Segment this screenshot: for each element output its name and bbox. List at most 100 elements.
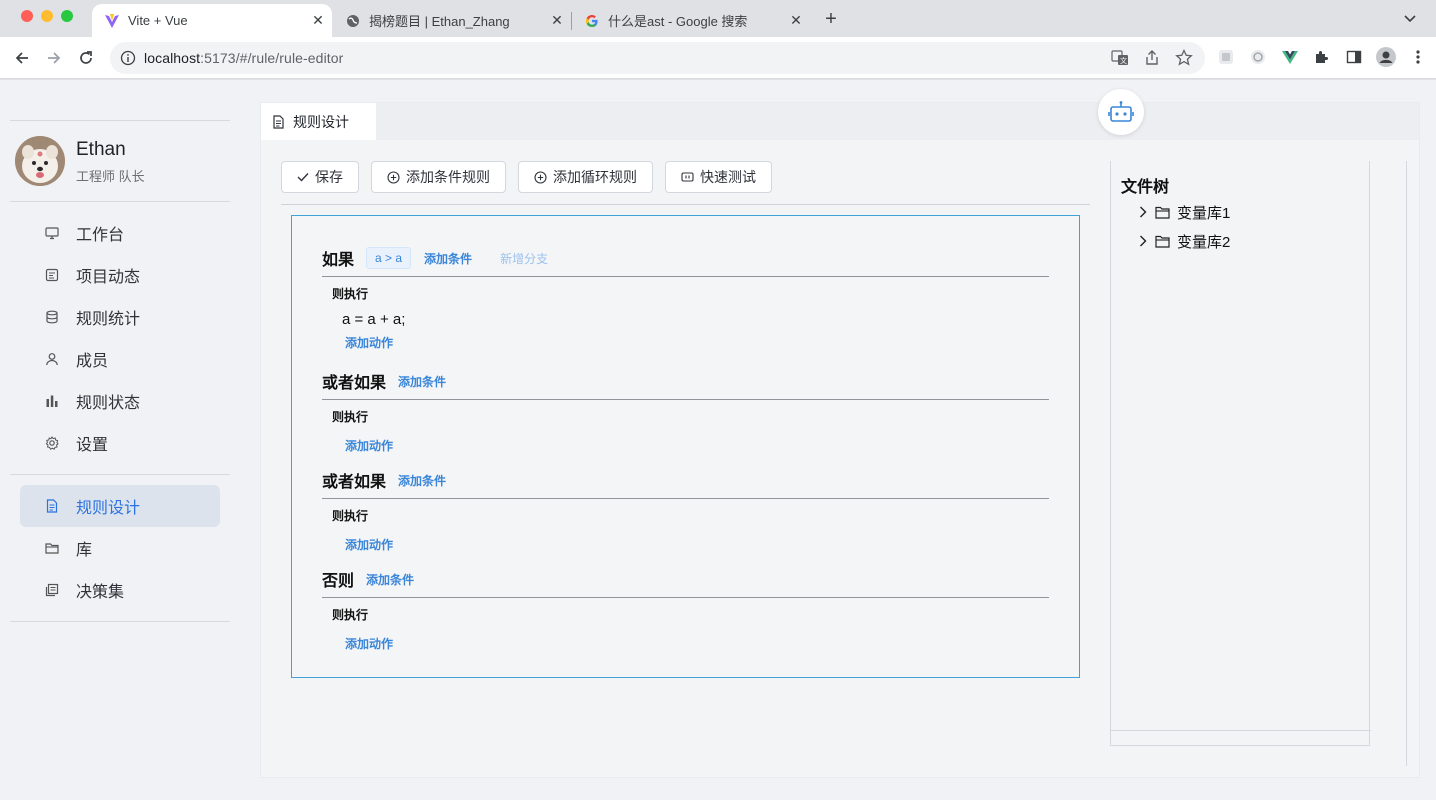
tab-label: 规则设计 [293,113,349,130]
elif-keyword: 或者如果 [322,474,387,491]
sidebar-item-workbench[interactable]: 工作台 [20,212,220,254]
browser-menu-icon[interactable] [1408,47,1428,67]
folder-icon [1155,206,1170,219]
browser-tab-bar: Vite + Vue ✕ 揭榜题目 | Ethan_Zhang ✕ 什么是ast… [0,0,1436,37]
share-icon[interactable] [1143,49,1161,67]
test-icon [681,171,694,183]
editor-toolbar: 保存 添加条件规则 添加循环规则 快速测试 [281,161,772,193]
document-icon [272,114,285,129]
add-action-link[interactable]: 添加动作 [345,536,1049,553]
plus-circle-icon [387,170,400,184]
user-name: Ethan [76,138,126,160]
close-tab-icon[interactable]: ✕ [310,12,326,29]
action-expression[interactable]: a = a + a; [342,311,1049,328]
add-branch-link[interactable]: 新增分支 [500,250,548,267]
add-loop-rule-label: 添加循环规则 [553,169,637,185]
forward-button[interactable] [43,47,65,69]
database-icon [45,310,59,324]
divider [10,621,230,622]
site-info-icon[interactable] [120,50,136,66]
sidebar-item-label: 工作台 [76,227,125,244]
copy-icon [45,583,59,597]
sidebar-item-project-activity[interactable]: 项目动态 [20,254,220,296]
browser-tab-ethan[interactable]: 揭榜题目 | Ethan_Zhang ✕ [333,4,571,37]
new-tab-button[interactable]: + [820,8,842,30]
browser-tab-google[interactable]: 什么是ast - Google 搜索 ✕ [572,4,810,37]
check-icon [297,172,309,182]
window-controls [21,10,73,22]
divider [1406,161,1407,766]
side-panel-icon[interactable] [1344,47,1364,67]
folder-icon [1155,235,1170,248]
divider [322,399,1049,400]
chevron-right-icon[interactable] [1139,206,1147,218]
google-icon [584,13,600,29]
add-condition-link[interactable]: 添加条件 [424,250,472,267]
profile-avatar-icon[interactable] [1376,47,1396,67]
vue-devtools-icon[interactable] [1280,47,1300,67]
close-window-button[interactable] [21,10,33,22]
add-condition-link[interactable]: 添加条件 [398,472,446,489]
close-tab-icon[interactable]: ✕ [788,12,804,29]
activity-icon [45,268,59,282]
sidebar-item-rule-stats[interactable]: 规则统计 [20,296,220,338]
bar-chart-icon [45,394,59,408]
minimize-window-button[interactable] [41,10,53,22]
tab-rule-design[interactable]: 规则设计 [261,103,376,140]
sidebar-menu-rules: 规则设计 库 决策集 [10,475,230,621]
extension-icon-1[interactable] [1216,47,1236,67]
robot-assistant-button[interactable] [1098,89,1144,135]
tree-node[interactable]: 变量库1 [1139,201,1230,223]
save-button[interactable]: 保存 [281,161,359,193]
close-tab-icon[interactable]: ✕ [549,12,565,29]
browser-tab-vite[interactable]: Vite + Vue ✕ [92,4,332,37]
sidebar-item-label: 项目动态 [76,269,141,286]
sidebar-item-members[interactable]: 成员 [20,338,220,380]
add-condition-link[interactable]: 添加条件 [398,373,446,390]
elif-keyword: 或者如果 [322,375,387,392]
add-action-link[interactable]: 添加动作 [345,437,1049,454]
add-condition-rule-label: 添加条件规则 [406,169,490,185]
sidebar-item-settings[interactable]: 设置 [20,422,220,464]
app-root: Ethan 工程师 队长 工作台 项目动态 规则统计 成员 规则状态 设置 规则… [0,80,1436,800]
save-label: 保存 [315,169,343,185]
back-button[interactable] [11,47,33,69]
condition-tag[interactable]: a > a [366,247,412,269]
sidebar-item-rule-design[interactable]: 规则设计 [20,485,220,527]
user-icon [45,352,59,366]
sidebar-item-label: 设置 [76,437,109,454]
sidebar-item-rule-status[interactable]: 规则状态 [20,380,220,422]
url-path: :5173/#/rule/rule-editor [200,50,344,66]
add-condition-rule-button[interactable]: 添加条件规则 [371,161,506,193]
robot-icon [1108,100,1134,124]
if-block: 如果 a > a 添加条件 新增分支 则执行 a = a + a; 添加动作 [322,245,1049,351]
quick-test-label: 快速测试 [700,169,756,185]
add-action-link[interactable]: 添加动作 [345,635,1049,652]
extensions-puzzle-icon[interactable] [1312,47,1332,67]
sidebar-item-decision-set[interactable]: 决策集 [20,569,220,611]
address-bar[interactable]: localhost:5173/#/rule/rule-editor 文 [110,42,1205,74]
add-condition-link[interactable]: 添加条件 [366,571,414,588]
tab-search-icon[interactable] [1400,10,1420,28]
maximize-window-button[interactable] [61,10,73,22]
folder-icon [45,541,59,555]
divider [322,276,1049,277]
quick-test-button[interactable]: 快速测试 [665,161,772,193]
reload-button[interactable] [75,47,97,69]
avatar[interactable] [15,136,65,186]
translate-icon[interactable]: 文 [1111,49,1129,67]
then-label: 则执行 [332,608,369,622]
sidebar-item-library[interactable]: 库 [20,527,220,569]
sidebar-item-label: 决策集 [76,584,125,601]
user-profile: Ethan 工程师 队长 [10,121,230,201]
add-action-link[interactable]: 添加动作 [345,334,1049,351]
elif-block: 或者如果 添加条件 则执行 添加动作 [322,368,1049,454]
add-loop-rule-button[interactable]: 添加循环规则 [518,161,653,193]
chevron-right-icon[interactable] [1139,235,1147,247]
gear-icon [45,436,59,450]
extension-icon-2[interactable] [1248,47,1268,67]
tree-node[interactable]: 变量库2 [1139,230,1230,252]
bookmark-star-icon[interactable] [1175,49,1193,67]
sidebar-item-label: 规则设计 [76,500,141,517]
globe-icon [345,13,361,29]
